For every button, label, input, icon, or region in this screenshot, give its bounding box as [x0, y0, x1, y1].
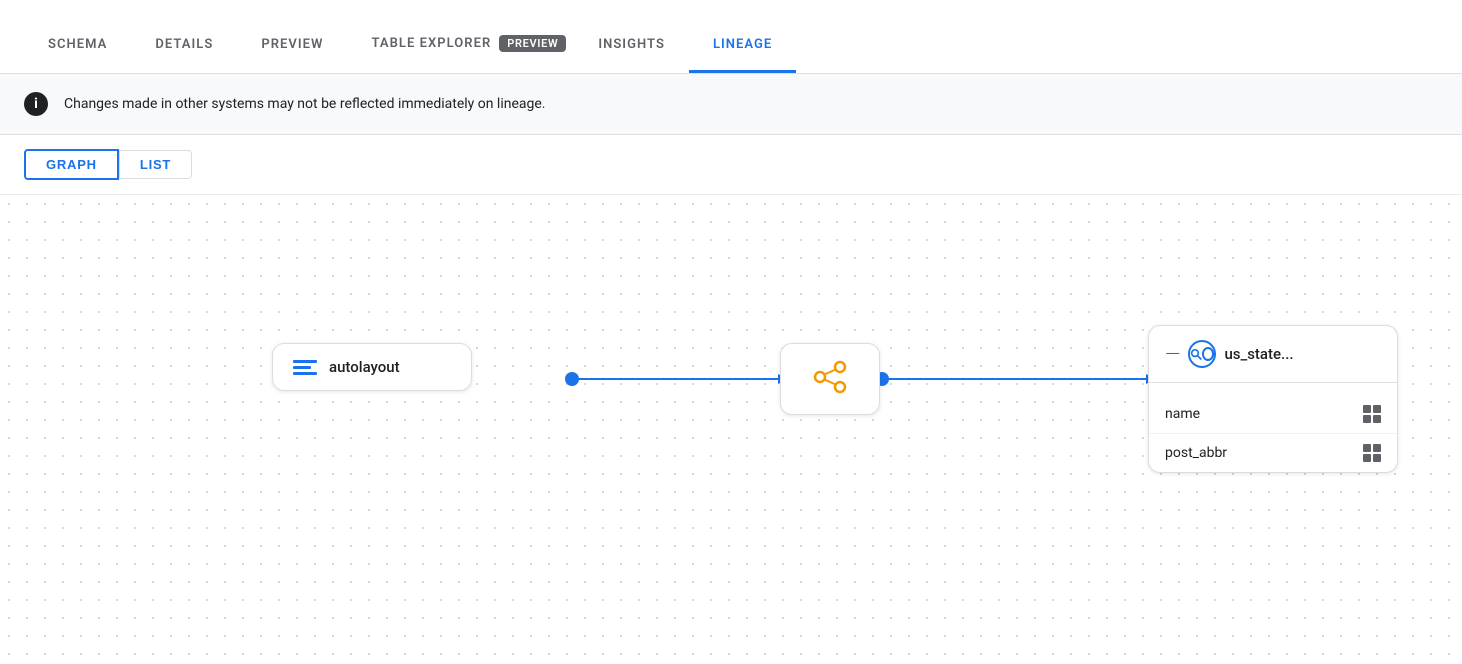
graph-toggle-button[interactable]: GRAPH [24, 149, 119, 180]
list-toggle-button[interactable]: LIST [119, 150, 192, 179]
usstates-header: — us_state... [1149, 326, 1397, 383]
view-toggle: GRAPH LIST [0, 135, 1462, 194]
usstates-fields: name post_abbr [1149, 395, 1397, 472]
autolayout-node[interactable]: autolayout [272, 343, 472, 391]
field-row-post-abbr: post_abbr [1149, 434, 1397, 472]
tab-insights[interactable]: INSIGHTS [574, 37, 689, 73]
search-icon [1188, 340, 1216, 368]
tab-schema[interactable]: SCHEMA [24, 37, 131, 73]
autolayout-label: autolayout [329, 358, 400, 376]
info-banner: i Changes made in other systems may not … [0, 74, 1462, 135]
tab-bar: SCHEMA DETAILS PREVIEW TABLE EXPLORER PR… [0, 0, 1462, 74]
tab-preview[interactable]: PREVIEW [237, 37, 347, 73]
field-post-abbr-label: post_abbr [1165, 445, 1227, 461]
info-icon: i [24, 92, 48, 116]
dash-icon: — [1165, 344, 1180, 364]
tab-details[interactable]: DETAILS [131, 37, 237, 73]
grid-icon-post-abbr [1363, 444, 1381, 462]
graph-area: autolayout — us_state... [0, 194, 1462, 664]
transform-icon [808, 355, 852, 403]
field-name-label: name [1165, 406, 1200, 422]
usstates-label: us_state... [1224, 345, 1293, 363]
table-icon [293, 360, 317, 375]
grid-icon-name [1363, 405, 1381, 423]
preview-badge: PREVIEW [499, 35, 566, 52]
usstates-node[interactable]: — us_state... name post_abbr [1148, 325, 1398, 473]
transform-node[interactable] [780, 343, 880, 415]
info-text: Changes made in other systems may not be… [64, 96, 546, 112]
field-row-name: name [1149, 395, 1397, 434]
tab-lineage[interactable]: LINEAGE [689, 37, 796, 73]
tab-table-explorer[interactable]: TABLE EXPLORER PREVIEW [347, 35, 574, 73]
